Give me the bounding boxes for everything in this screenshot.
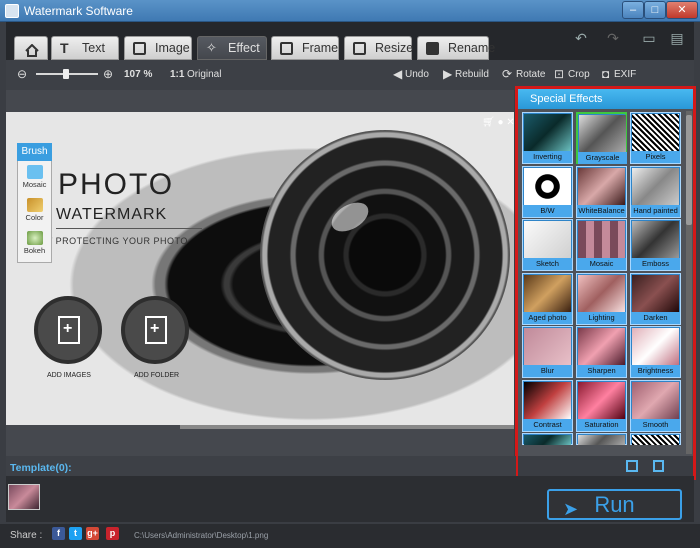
file-path: C:\Users\Administrator\Desktop\1.png	[134, 531, 269, 540]
image-tools: 🛒︎ ● ✕	[482, 117, 515, 128]
template-label: Template(0):	[10, 462, 72, 474]
original-button[interactable]: Original	[187, 69, 221, 80]
tab-resize[interactable]: Resize	[344, 36, 414, 60]
tab-frame[interactable]: Frame	[271, 36, 339, 60]
paint-brush-icon	[26, 198, 43, 212]
mosaic-icon	[26, 165, 43, 179]
maximize-button[interactable]: □	[644, 1, 666, 19]
pinterest-icon[interactable]: p	[106, 527, 119, 540]
divider	[56, 228, 202, 229]
tab-text[interactable]: T Text	[51, 36, 119, 60]
frame-icon	[280, 42, 293, 55]
run-icon: ➤	[563, 499, 579, 519]
app-icon	[5, 4, 19, 18]
rename-icon	[426, 42, 439, 55]
photo-title: PHOTO	[58, 168, 175, 201]
facebook-icon[interactable]: f	[52, 527, 65, 540]
original-size-icon[interactable]: 1:1	[170, 69, 184, 80]
exif-button[interactable]: EXIF	[614, 69, 636, 80]
resize-icon	[353, 42, 366, 55]
tab-rename-label: Rename	[448, 41, 496, 55]
tab-frame-label: Frame	[302, 41, 339, 55]
rebuild-icon[interactable]: ▶	[443, 67, 452, 81]
brush-title: Brush	[17, 143, 52, 161]
undo-history-icon[interactable]: ↶	[568, 27, 594, 49]
bokeh-icon	[26, 231, 43, 245]
share-label: Share :	[10, 530, 43, 541]
rotate-icon[interactable]: ⟳	[502, 67, 512, 81]
minimize-button[interactable]: –	[622, 1, 644, 19]
crop-icon[interactable]: ⊡	[554, 67, 564, 81]
brush-color[interactable]: Color	[20, 195, 49, 227]
google-plus-icon[interactable]: g+	[86, 527, 99, 540]
tab-effect[interactable]: ✧ Effect	[197, 36, 267, 60]
rotate-button[interactable]: Rotate	[516, 69, 545, 80]
horizontal-scrollbar[interactable]	[180, 425, 514, 429]
tab-text-label: Text	[82, 41, 105, 55]
tab-effect-label: Effect	[228, 41, 260, 55]
photo-subtitle: WATERMARK	[56, 206, 168, 223]
close-image-icon[interactable]: ✕	[506, 117, 514, 128]
add-images-label: ADD IMAGES	[47, 372, 91, 379]
camera-lens-graphic	[260, 130, 510, 380]
window-title: Watermark Software	[24, 4, 133, 18]
run-button[interactable]: ➤ Run	[547, 489, 682, 520]
zoom-slider-handle[interactable]	[63, 69, 69, 79]
notes-icon[interactable]: ▤	[664, 27, 690, 49]
add-images-button[interactable]: +	[34, 296, 102, 364]
tab-rename[interactable]: Rename	[417, 36, 495, 60]
cart-icon[interactable]: 🛒︎	[482, 117, 495, 128]
template-bar	[6, 456, 516, 476]
crop-button[interactable]: Crop	[568, 69, 590, 80]
add-folder-label: ADD FOLDER	[134, 372, 180, 379]
zoom-in-icon[interactable]: ⊕	[103, 67, 113, 81]
tab-home[interactable]	[14, 36, 48, 60]
redo-history-icon[interactable]: ↷	[600, 27, 626, 49]
run-label: Run	[594, 492, 635, 517]
undo-icon[interactable]: ◀	[393, 67, 402, 81]
tab-resize-label: Resize	[375, 41, 414, 55]
template-thumbnail[interactable]	[8, 484, 40, 510]
brush-bokeh[interactable]: Bokeh	[20, 228, 49, 260]
image-icon	[133, 42, 146, 55]
twitter-icon[interactable]: t	[69, 527, 82, 540]
status-bar	[0, 524, 700, 548]
zoom-level: 107 %	[124, 69, 153, 80]
close-button[interactable]: ✕	[666, 1, 698, 19]
highlight-box	[515, 86, 696, 480]
tab-image-label: Image	[155, 41, 190, 55]
tab-image[interactable]: Image	[124, 36, 192, 60]
magic-wand-icon: ✧	[206, 40, 217, 55]
rebuild-button[interactable]: Rebuild	[455, 69, 489, 80]
home-icon	[25, 42, 39, 57]
brush-mosaic[interactable]: Mosaic	[20, 162, 49, 194]
chat-icon[interactable]: ▭	[636, 27, 662, 49]
camera-icon[interactable]: ◘	[602, 67, 609, 81]
zoom-out-icon[interactable]: ⊖	[17, 67, 27, 81]
undo-button[interactable]: Undo	[405, 69, 429, 80]
add-folder-button[interactable]: +	[121, 296, 189, 364]
photo-tagline: RT PROTECTING YOUR PHOTO	[40, 236, 188, 246]
info-icon[interactable]: ●	[497, 117, 503, 128]
text-icon: T	[60, 40, 69, 56]
